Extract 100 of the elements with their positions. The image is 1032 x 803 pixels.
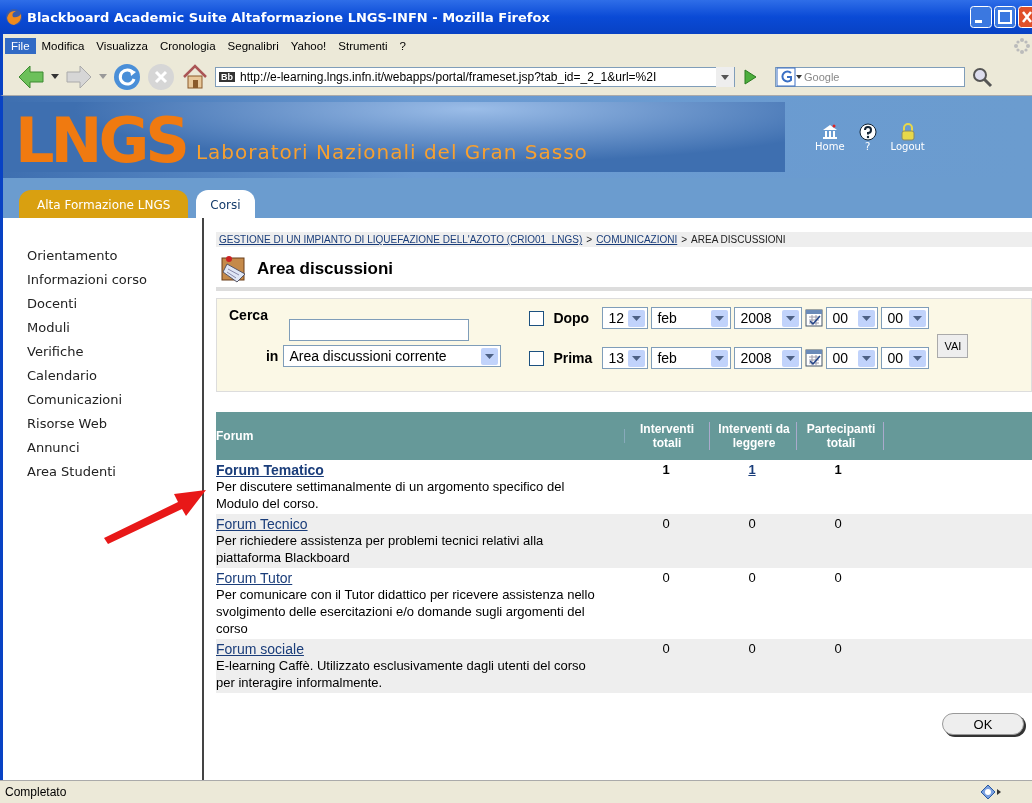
dropdown-caret-icon [711,349,729,367]
dropdown-caret-icon [711,309,729,327]
reload-icon[interactable] [113,62,141,91]
menu-item[interactable]: Yahoo! [284,38,333,54]
search-input[interactable] [289,319,470,341]
logo-subtitle: Laboratori Nazionali del Gran Sasso [195,140,588,164]
forum-link[interactable]: Forum Tematico [216,462,324,478]
sidebar-item[interactable]: Orientamento [27,244,202,268]
dropdown-caret-icon [782,349,800,367]
menu-item[interactable]: File [5,38,36,54]
address-text: http://e-learning.lngs.infn.it/webapps/portal/frameset.jsp?tab_id=_2_1&url=%2I [240,69,658,84]
home-icon[interactable] [181,62,209,91]
forum-description: Per comunicare con il Tutor didattico per ricevere assistenza nello svolgimento delle esercitazioni e/o domande sugli argomenti del corso [216,586,596,637]
dropdown-caret-icon [782,309,800,327]
search-icon[interactable] [971,65,993,88]
search-engine-icon[interactable] [776,66,802,87]
museum-icon[interactable] [820,122,839,141]
address-field[interactable]: Bb http://e-learning.lngs.infn.it/webapps/portal/frameset.jsp?tab_id=_2_1&url=%2I [215,66,735,87]
dropdown-caret-icon[interactable] [51,73,59,80]
sidebar-item[interactable]: Calendario [27,364,202,388]
menu-item[interactable]: Cronologia [153,38,222,54]
calendar-icon[interactable] [805,309,824,327]
breadcrumb-separator: > [586,234,593,245]
checkbox[interactable] [529,350,545,366]
forum-link[interactable]: Forum Tutor [216,570,293,586]
forum-link[interactable]: Forum sociale [216,641,304,657]
scope-dropdown[interactable]: Area discussioni corrente [283,345,502,367]
table-cell: 0 [662,516,670,531]
scope-label: in [265,348,279,364]
search-field[interactable]: Google [775,66,965,87]
dropdown-caret-icon [858,309,876,327]
breadcrumb-link[interactable]: GESTIONE DI UN IMPIANTO DI LIQUEFAZIONE DELL'AZOTO (CRIO01_LNGS) [219,234,583,245]
column-header: Partecipanti totali [799,422,884,450]
hour-dropdown[interactable]: 00 [826,307,879,329]
sidebar-item[interactable]: Annunci [27,436,202,460]
checkbox[interactable] [529,310,545,326]
forum-description: E-learning Caffè. Utilizzato esclusivamente dagli utenti del corso per interagire informalmente. [216,657,587,691]
dropdown-caret-icon [909,349,927,367]
table-cell: 0 [662,641,670,656]
breadcrumb-link[interactable]: COMUNICAZIONI [596,234,678,245]
table-cell: 0 [748,641,756,656]
unread-link[interactable]: 1 [748,462,756,477]
help-icon[interactable] [858,122,877,141]
dropdown-caret-icon [628,309,646,327]
maximize-icon[interactable] [994,6,1016,28]
sidebar-item[interactable]: Informazioni corso [27,268,202,292]
sidebar-item[interactable]: Moduli [27,316,202,340]
submit-button[interactable]: VAI [937,334,969,358]
minute-dropdown[interactable]: 00 [881,347,930,369]
status-text: Completato [5,785,67,799]
day-dropdown[interactable]: 12 [602,307,649,329]
month-dropdown[interactable]: feb [651,347,732,369]
table-cell: 0 [834,570,842,585]
sidebar-item[interactable]: Verifiche [27,340,202,364]
forum-link[interactable]: Forum Tecnico [216,516,308,532]
forum-description: Per discutere settimanalmente di un argomento specifico del Modulo del corso. [216,478,566,512]
dropdown-caret-icon [628,349,646,367]
table-cell: 0 [834,641,842,656]
table-cell: 1 [662,462,670,477]
forum-description: Per richiedere assistenza per problemi tecnici relativi alla piattaforma Blackboard [216,532,545,566]
filter-label: Prima [553,350,594,366]
sidebar-item[interactable]: Comunicazioni [27,388,202,412]
browser-logo-icon [5,8,23,26]
tab[interactable]: Corsi [196,190,255,218]
dropdown-caret-icon[interactable] [716,66,734,87]
sidebar-item[interactable]: Area Studenti [27,460,202,484]
dropdown-caret-icon [481,347,499,365]
column-header: Forum [216,429,625,443]
menu-item[interactable]: Strumenti [332,38,394,54]
menu-item[interactable]: Visualizza [90,38,154,54]
table-cell: 0 [748,570,756,585]
sidebar-item[interactable]: Docenti [27,292,202,316]
padlock-icon[interactable] [898,122,917,141]
year-dropdown[interactable]: 2008 [734,307,803,329]
sidebar-item[interactable]: Risorse Web [27,412,202,436]
ok-button[interactable]: OK [942,713,1024,735]
calendar-icon[interactable] [805,349,824,367]
window-title: Blackboard Academic Suite Altaformazione LNGS-INFN - Mozilla Firefox [27,9,551,25]
back-arrow-icon[interactable] [17,63,45,90]
column-header: Interventi totali [625,422,710,450]
hour-dropdown[interactable]: 00 [826,347,879,369]
minute-dropdown[interactable]: 00 [881,307,930,329]
dropdown-caret-icon [909,309,927,327]
menu-item[interactable]: ? [393,38,412,54]
menu-item[interactable]: Segnalibri [221,38,285,54]
breadcrumb-current: AREA DISCUSSIONI [691,234,786,245]
menu-item[interactable]: Modifica [35,38,91,54]
day-dropdown[interactable]: 13 [602,347,649,369]
year-dropdown[interactable]: 2008 [734,347,803,369]
filter-label: Dopo [553,310,591,326]
go-arrow-icon[interactable] [741,67,759,86]
close-icon[interactable] [1018,6,1032,28]
dropdown-caret-icon [858,349,876,367]
table-cell: 0 [834,516,842,531]
search-label: Cerca [229,307,268,325]
breadcrumb-separator: > [681,234,688,245]
month-dropdown[interactable]: feb [651,307,732,329]
minimize-icon[interactable] [970,6,992,28]
table-cell: 1 [834,462,842,477]
column-header: Interventi da leggere [712,422,797,450]
